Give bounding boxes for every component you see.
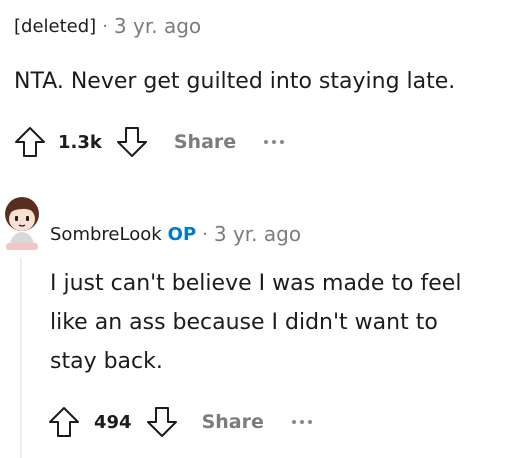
dot-icon: [291, 420, 296, 424]
comment-meta: [deleted] · 3 yr. ago: [14, 14, 201, 38]
upvote-icon[interactable]: [46, 404, 82, 440]
downvote-icon[interactable]: [114, 124, 150, 160]
avatar[interactable]: [0, 192, 44, 250]
vote-score: 1.3k: [58, 131, 102, 153]
share-button[interactable]: Share: [202, 411, 264, 433]
share-button[interactable]: Share: [174, 131, 236, 153]
reply-body-line: I just can't believe I was made to feel: [50, 271, 462, 296]
dot-icon: [307, 420, 312, 424]
reply-body-line: like an ass because I didn't want to: [50, 310, 438, 335]
meta-separator: ·: [202, 223, 208, 245]
comment-author[interactable]: [deleted]: [14, 16, 96, 37]
downvote-icon[interactable]: [144, 404, 180, 440]
dot-icon: [280, 140, 285, 144]
comment-body: NTA. Never get guilted into staying late…: [14, 62, 455, 101]
thread-line[interactable]: [20, 258, 22, 458]
comment-body-text: NTA. Never get guilted into staying late…: [14, 69, 456, 94]
reply-actions: 494 Share: [46, 404, 312, 440]
op-badge: OP: [167, 223, 197, 245]
reply-meta: SombreLook OP · 3 yr. ago: [50, 222, 301, 246]
dot-icon: [272, 140, 277, 144]
comment-timestamp[interactable]: 3 yr. ago: [114, 14, 201, 38]
reply-author[interactable]: SombreLook: [50, 224, 162, 245]
comment-actions: 1.3k Share: [12, 124, 285, 160]
more-options-icon[interactable]: [264, 140, 285, 144]
reply-body: I just can't believe I was made to feel …: [50, 264, 461, 381]
vote-score: 494: [94, 411, 132, 433]
reply-body-line: stay back.: [50, 349, 163, 374]
meta-separator: ·: [102, 15, 108, 37]
reply-timestamp[interactable]: 3 yr. ago: [214, 222, 301, 246]
more-options-icon[interactable]: [291, 420, 312, 424]
dot-icon: [299, 420, 304, 424]
dot-icon: [264, 140, 269, 144]
upvote-icon[interactable]: [12, 124, 48, 160]
